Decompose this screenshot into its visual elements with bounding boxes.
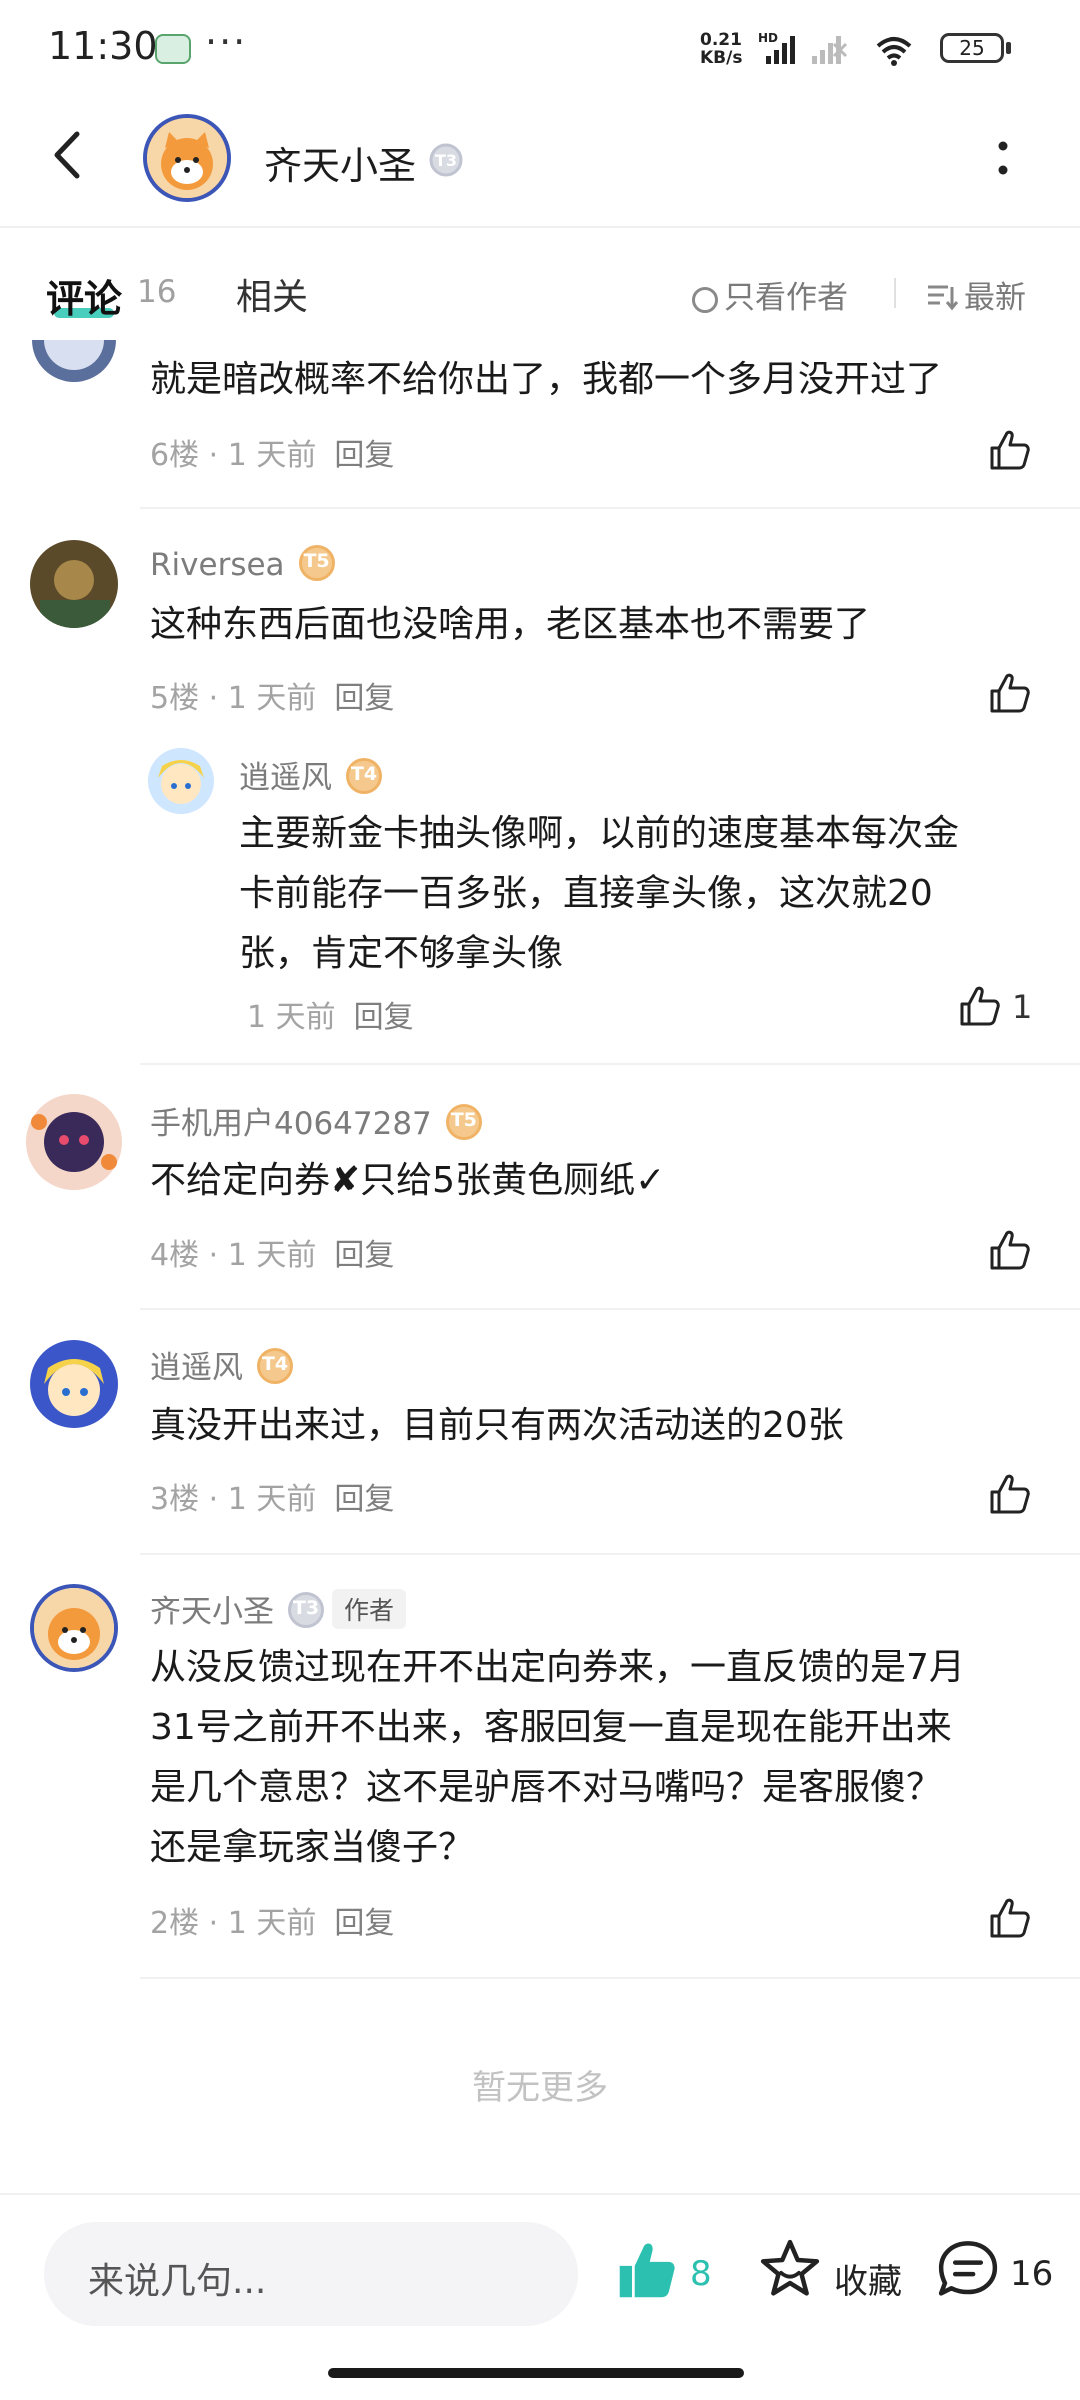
like-icon[interactable] bbox=[988, 1896, 1032, 1940]
battery-icon: 25 bbox=[940, 33, 1004, 63]
comment-input-placeholder: 来说几句... bbox=[88, 2261, 267, 2302]
no-more-text: 暂无更多 bbox=[472, 2068, 608, 2108]
comment-divider bbox=[140, 1553, 1080, 1555]
comment-divider bbox=[140, 1308, 1080, 1310]
comment-text: 从没反馈过现在开不出定向券来，一直反馈的是7月 31号之前开不出来，客服回复一直是… bbox=[150, 1647, 965, 1868]
comment-user[interactable]: 齐天小圣 T3 作者 bbox=[150, 1586, 407, 1631]
avatar[interactable] bbox=[30, 1584, 118, 1672]
sort-label: 最新 bbox=[964, 280, 1026, 316]
level-badge-icon: T5 bbox=[298, 545, 335, 581]
home-indicator[interactable] bbox=[328, 2368, 744, 2378]
comment-text: 真没开出来过，目前只有两次活动送的20张 bbox=[150, 1405, 844, 1446]
header-badge-label: T3 bbox=[435, 151, 457, 170]
app-notification-icon bbox=[155, 34, 191, 64]
more-notifications-icon: ··· bbox=[205, 20, 248, 64]
level-badge-icon: T3 bbox=[288, 1592, 324, 1628]
header-divider bbox=[0, 226, 1080, 228]
avatar[interactable] bbox=[30, 340, 118, 384]
level-badge-icon: T4 bbox=[257, 1348, 293, 1384]
network-speed: 0.21 KB/s bbox=[700, 30, 743, 68]
reply-button[interactable]: 回复 bbox=[334, 438, 394, 473]
status-time: 11:30 bbox=[48, 24, 158, 68]
reply-meta: 1 天前 回复 bbox=[247, 1000, 414, 1035]
like-total: 8 bbox=[690, 2254, 712, 2294]
filter-separator bbox=[894, 278, 896, 308]
comment-divider bbox=[140, 1063, 1080, 1065]
comment-meta: 6楼 · 1 天前 回复 bbox=[150, 438, 395, 473]
like-post-icon[interactable] bbox=[615, 2240, 679, 2300]
comment-icon[interactable] bbox=[936, 2238, 1000, 2300]
comment-meta: 2楼 · 1 天前 回复 bbox=[150, 1906, 395, 1941]
comment-meta: 5楼 · 1 天前 回复 bbox=[150, 681, 395, 716]
sort-icon bbox=[928, 285, 959, 311]
reply-button[interactable]: 回复 bbox=[354, 1000, 414, 1035]
avatar[interactable] bbox=[30, 540, 118, 628]
reply-text: 主要新金卡抽头像啊，以前的速度基本每次金 卡前能存一百多张，直接拿头像，这次就20… bbox=[239, 813, 960, 974]
username: Riversea bbox=[150, 547, 285, 583]
comment-user[interactable]: Riversea T5 bbox=[150, 545, 335, 583]
comment-total: 16 bbox=[1010, 2254, 1054, 2294]
reply-button[interactable]: 回复 bbox=[334, 1906, 394, 1941]
username: 手机用户40647287 bbox=[150, 1106, 432, 1142]
more-icon[interactable] bbox=[995, 140, 1011, 180]
username: 逍遥风 bbox=[150, 1350, 243, 1386]
like-icon[interactable] bbox=[958, 984, 1002, 1028]
username: 逍遥风 bbox=[239, 760, 332, 796]
star-icon[interactable] bbox=[758, 2238, 822, 2300]
like-icon[interactable] bbox=[988, 428, 1032, 472]
level-badge-icon: T3 bbox=[429, 143, 463, 177]
signal-wifi-icons: HD bbox=[758, 32, 912, 66]
reply-button[interactable]: 回复 bbox=[334, 1238, 394, 1273]
reply-button[interactable]: 回复 bbox=[334, 681, 394, 716]
like-icon[interactable] bbox=[988, 1228, 1032, 1272]
favorite-label[interactable]: 收藏 bbox=[834, 2254, 902, 2303]
tab-comments[interactable]: 评论 bbox=[46, 268, 122, 323]
bottom-divider bbox=[0, 2193, 1080, 2195]
sort-button[interactable]: 最新 bbox=[926, 272, 1026, 317]
only-author-toggle[interactable]: 只看作者 bbox=[692, 272, 848, 317]
avatar[interactable] bbox=[148, 748, 214, 814]
comment-meta: 4楼 · 1 天前 回复 bbox=[150, 1238, 395, 1273]
reply-user[interactable]: 逍遥风 T4 bbox=[239, 752, 382, 797]
avatar[interactable] bbox=[30, 1340, 118, 1428]
tab-comments-count: 16 bbox=[137, 274, 177, 310]
only-author-label: 只看作者 bbox=[724, 280, 848, 316]
comment-text: 就是暗改概率不给你出了，我都一个多月没开过了 bbox=[150, 359, 943, 400]
comment-user[interactable]: 手机用户40647287 T5 bbox=[150, 1098, 482, 1143]
reply-button[interactable]: 回复 bbox=[334, 1482, 394, 1517]
author-tag: 作者 bbox=[332, 1589, 407, 1629]
battery-tip bbox=[1006, 42, 1011, 54]
comment-user[interactable]: 逍遥风 T4 bbox=[150, 1342, 293, 1387]
username: 齐天小圣 bbox=[150, 1594, 274, 1630]
comment-divider bbox=[140, 1977, 1080, 1979]
hd-label: HD bbox=[758, 32, 778, 45]
comment-divider bbox=[140, 507, 1080, 509]
comment-text: 不给定向券✘只给5张黄色厕纸✓ bbox=[150, 1160, 666, 1201]
level-badge-icon: T5 bbox=[445, 1104, 482, 1140]
comment-meta: 3楼 · 1 天前 回复 bbox=[150, 1482, 395, 1517]
like-icon[interactable] bbox=[988, 671, 1032, 715]
author-name[interactable]: 齐天小圣 bbox=[264, 135, 416, 190]
like-icon[interactable] bbox=[988, 1472, 1032, 1516]
like-count: 1 bbox=[1012, 988, 1033, 1026]
comment-text: 这种东西后面也没啥用，老区基本也不需要了 bbox=[150, 604, 871, 645]
radio-icon bbox=[692, 287, 718, 313]
avatar[interactable] bbox=[24, 1092, 124, 1192]
tab-related[interactable]: 相关 bbox=[236, 268, 308, 320]
author-avatar[interactable] bbox=[143, 114, 231, 202]
level-badge-icon: T4 bbox=[346, 758, 382, 794]
back-icon[interactable] bbox=[52, 130, 82, 180]
